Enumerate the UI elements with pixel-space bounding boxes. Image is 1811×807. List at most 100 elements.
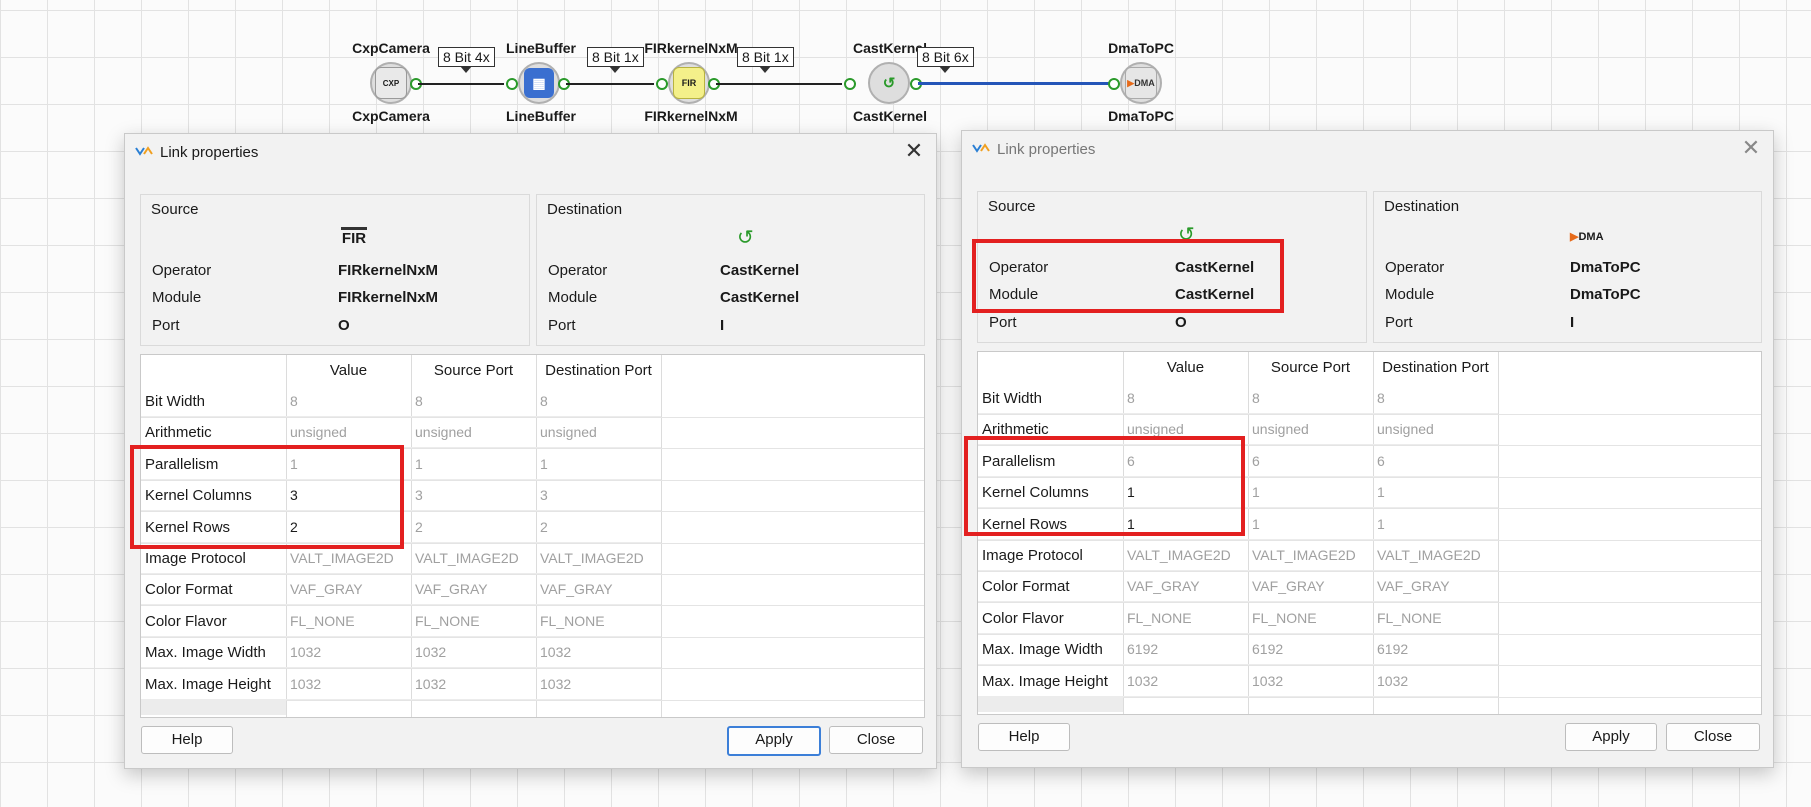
castkernel-icon: ↺: [882, 75, 896, 92]
apply-button[interactable]: Apply: [727, 726, 821, 756]
operator-name-fir: FIRkernelNxM: [644, 108, 738, 124]
link-cxpcamera-linebuffer[interactable]: [418, 83, 504, 85]
destination-port-value: I: [1570, 314, 1575, 331]
operator-name-castkernel: CastKernel: [853, 108, 927, 124]
row-label-color-format: Color Format: [141, 574, 286, 606]
link-label-3[interactable]: 8 Bit 1x: [737, 47, 794, 73]
cell-value-bit-width: 8: [1123, 383, 1248, 414]
cell-source-port-color-format: VAF_GRAY: [1248, 571, 1373, 603]
port-in-dmatopc[interactable]: [1108, 78, 1120, 90]
cell-source-port-arithmetic: unsigned: [1248, 414, 1373, 446]
destination-operator-label: Operator: [548, 262, 608, 279]
help-button[interactable]: Help: [141, 726, 233, 754]
cell-source-port-max-image-width: 1032: [411, 637, 536, 669]
cell-source-port-max-image-height: 1032: [411, 669, 536, 700]
destination-port-label: Port: [1385, 314, 1413, 331]
dialog-titlebar[interactable]: Link properties ✕: [125, 134, 936, 170]
column-header-value[interactable]: Value: [1123, 352, 1248, 383]
dma-icon: ▶DMA: [1570, 231, 1604, 243]
cell-source-port-bit-width: 8: [411, 386, 536, 417]
source-operator-value: FIRkernelNxM: [338, 262, 439, 279]
cell-destination-port-max-image-height: 1032: [536, 669, 661, 700]
operator-firkernelnxm[interactable]: FIR: [668, 62, 710, 104]
destination-group: Destination ▶DMA Operator DmaToPC Module…: [1373, 191, 1762, 343]
castkernel-icon: ↺: [737, 227, 754, 249]
cell-value-max-image-height: 1032: [1123, 666, 1248, 697]
app-logo-icon: [972, 143, 990, 153]
link-label-2[interactable]: 8 Bit 1x: [587, 47, 644, 73]
dialog-title: Link properties: [997, 141, 1096, 158]
column-header-source-port[interactable]: Source Port: [1248, 352, 1373, 383]
cell-destination-port-kernel-columns: 1: [1373, 477, 1498, 509]
cell-source-port-image-protocol: VALT_IMAGE2D: [1248, 540, 1373, 571]
source-group: Source FIR Operator FIRkernelNxM Module …: [140, 194, 530, 346]
destination-port-label: Port: [548, 317, 576, 334]
row-label-max-image-width: Max. Image Width: [978, 634, 1123, 666]
row-label-max-image-height: Max. Image Height: [141, 669, 286, 700]
cell-value-max-image-width: 1032: [286, 637, 411, 669]
cell-value-color-flavor: FL_NONE: [286, 606, 411, 637]
destination-group: Destination ↺ Operator CastKernel Module…: [536, 194, 925, 346]
fir-icon: FIR: [341, 227, 367, 247]
cell-source-port-parallelism: 1: [411, 449, 536, 480]
operator-title-cxpcamera: CxpCamera: [352, 40, 430, 56]
column-header-destination-port[interactable]: Destination Port: [1373, 352, 1498, 383]
cell-source-port-kernel-columns: 3: [411, 480, 536, 512]
design-canvas[interactable]: CxpCamera CXP CxpCamera 8 Bit 4x LineBuf…: [0, 0, 1811, 130]
operator-title-fir: FIRkernelNxM: [644, 40, 738, 56]
cell-destination-port-image-protocol: VALT_IMAGE2D: [536, 543, 661, 574]
cell-source-port-image-protocol: VALT_IMAGE2D: [411, 543, 536, 574]
operator-cxpcamera[interactable]: CXP: [370, 62, 412, 104]
link-label-1[interactable]: 8 Bit 4x: [438, 47, 495, 73]
cell-destination-port-kernel-columns: 3: [536, 480, 661, 512]
operator-name-linebuffer: LineBuffer: [506, 108, 576, 124]
link-castkernel-dmatopc[interactable]: [918, 82, 1112, 85]
apply-button[interactable]: Apply: [1565, 723, 1657, 751]
cell-value-arithmetic: unsigned: [286, 417, 411, 449]
cell-source-port-parallelism: 6: [1248, 446, 1373, 477]
operator-title-dmatopc: DmaToPC: [1108, 40, 1174, 56]
dialog-titlebar[interactable]: Link properties ✕: [962, 131, 1773, 167]
port-in-linebuffer[interactable]: [506, 78, 518, 90]
source-port-label: Port: [989, 314, 1017, 331]
column-header-value[interactable]: Value: [286, 355, 411, 386]
row-label-max-image-height: Max. Image Height: [978, 666, 1123, 697]
cell-source-port-color-format: VAF_GRAY: [411, 574, 536, 606]
cell-destination-port-max-image-height: 1032: [1373, 666, 1498, 697]
help-button[interactable]: Help: [978, 723, 1070, 751]
cell-destination-port-kernel-rows: 2: [536, 512, 661, 543]
fir-icon: FIR: [673, 67, 705, 99]
row-label-color-flavor: Color Flavor: [141, 606, 286, 637]
port-in-castkernel[interactable]: [844, 78, 856, 90]
link-fir-castkernel[interactable]: [716, 83, 842, 85]
link-label-4[interactable]: 8 Bit 6x: [917, 47, 974, 73]
operator-castkernel[interactable]: ↺: [868, 62, 910, 104]
dialog-title: Link properties: [160, 144, 259, 161]
source-port-value: O: [338, 317, 350, 334]
column-header-destination-port[interactable]: Destination Port: [536, 355, 661, 386]
cxp-badge: CXP: [382, 78, 400, 88]
cell-source-port-arithmetic: unsigned: [411, 417, 536, 449]
fir-badge: FIR: [681, 78, 697, 88]
cell-destination-port-parallelism: 6: [1373, 446, 1498, 477]
row-label-color-flavor: Color Flavor: [978, 603, 1123, 634]
operator-dmatopc[interactable]: ▶ DMA: [1120, 62, 1162, 104]
operator-linebuffer[interactable]: ▦: [518, 62, 560, 104]
close-icon[interactable]: ✕: [1739, 137, 1763, 161]
close-button[interactable]: Close: [829, 726, 923, 754]
cell-destination-port-parallelism: 1: [536, 449, 661, 480]
cell-destination-port-bit-width: 8: [536, 386, 661, 417]
destination-port-value: I: [720, 317, 725, 334]
port-in-fir[interactable]: [656, 78, 668, 90]
row-label-arithmetic: Arithmetic: [141, 417, 286, 449]
cell-source-port-color-flavor: FL_NONE: [1248, 603, 1373, 634]
cell-destination-port-color-format: VAF_GRAY: [536, 574, 661, 606]
link-linebuffer-fir[interactable]: [566, 83, 654, 85]
operator-name-dmatopc: DmaToPC: [1108, 108, 1174, 124]
close-icon[interactable]: ✕: [902, 140, 926, 164]
column-header-source-port[interactable]: Source Port: [411, 355, 536, 386]
operator-title-linebuffer: LineBuffer: [506, 40, 576, 56]
close-button[interactable]: Close: [1666, 723, 1760, 751]
source-operator-label: Operator: [152, 262, 212, 279]
cell-value-color-format: VAF_GRAY: [1123, 571, 1248, 603]
